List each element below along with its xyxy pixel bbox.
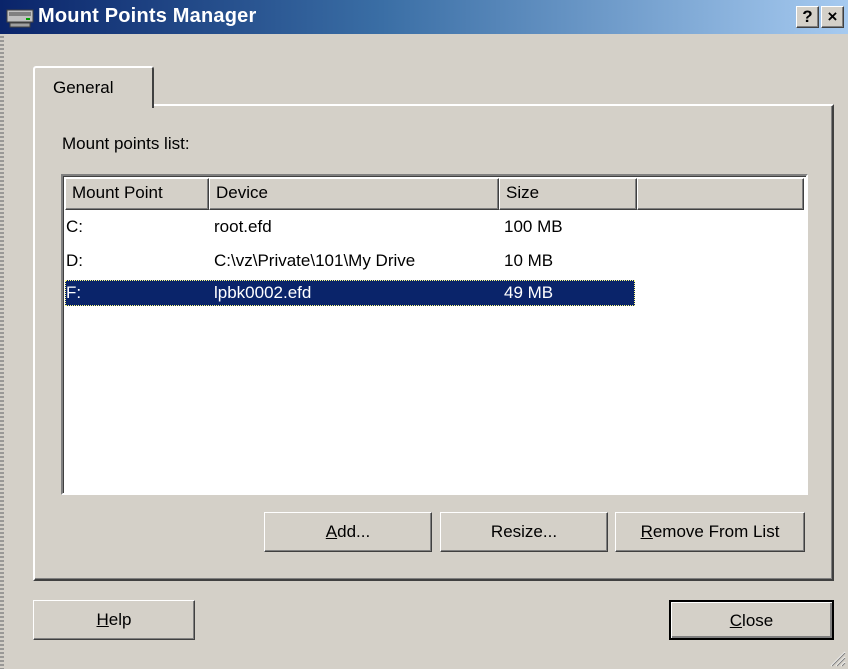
mount-point-cell: D: [66, 251, 83, 270]
list-header: Mount Point Device Size [65, 178, 804, 210]
column-header-size[interactable]: Size [499, 178, 637, 210]
close-caption-button[interactable]: × [821, 6, 844, 28]
add-button[interactable]: Add... [264, 512, 432, 552]
list-row-selected[interactable]: F: lpbk0002.efd 49 MB [65, 280, 635, 306]
column-header-mount-point[interactable]: Mount Point [65, 178, 209, 210]
mount-point-cell: C: [66, 217, 83, 236]
help-caption-button[interactable]: ? [796, 6, 819, 28]
size-cell: 10 MB [504, 251, 554, 270]
list-caption: Mount points list: [62, 134, 190, 153]
device-cell: C:\vz\Private\101\My Drive [214, 251, 416, 270]
help-mnemonic: H [96, 610, 109, 629]
drive-icon [6, 9, 34, 28]
close-button[interactable]: Close [669, 600, 834, 640]
window-title: Mount Points Manager [38, 5, 257, 27]
close-mnemonic: C [729, 611, 743, 630]
title-bar[interactable]: Mount Points Manager ? × [0, 0, 848, 34]
resize-grip-icon[interactable] [828, 649, 846, 667]
remove-from-list-button[interactable]: Remove From List [615, 512, 805, 552]
mount-point-cell: F: [66, 283, 82, 302]
column-header-device[interactable]: Device [209, 178, 499, 210]
column-header-empty[interactable] [637, 178, 804, 210]
window-border [0, 34, 4, 669]
device-cell: root.efd [214, 217, 272, 236]
resize-button[interactable]: Resize... [440, 512, 608, 552]
list-row[interactable]: C: root.efd 100 MB [65, 214, 635, 240]
close-label: lose [742, 611, 774, 630]
tab-general[interactable]: General [33, 66, 154, 108]
help-button[interactable]: Help [33, 600, 195, 640]
size-cell: 49 MB [504, 283, 554, 302]
list-row[interactable]: D: C:\vz\Private\101\My Drive 10 MB [65, 248, 635, 274]
size-cell: 100 MB [504, 217, 563, 236]
device-cell: lpbk0002.efd [214, 283, 312, 302]
remove-label: emove From List [652, 522, 780, 541]
mount-points-list[interactable]: Mount Point Device Size C: root.efd 100 … [61, 174, 808, 495]
tab-general-label: General [53, 78, 114, 97]
help-label: elp [108, 610, 132, 629]
remove-mnemonic: R [640, 522, 653, 541]
add-mnemonic: A [325, 522, 338, 541]
add-label: dd... [337, 522, 371, 541]
